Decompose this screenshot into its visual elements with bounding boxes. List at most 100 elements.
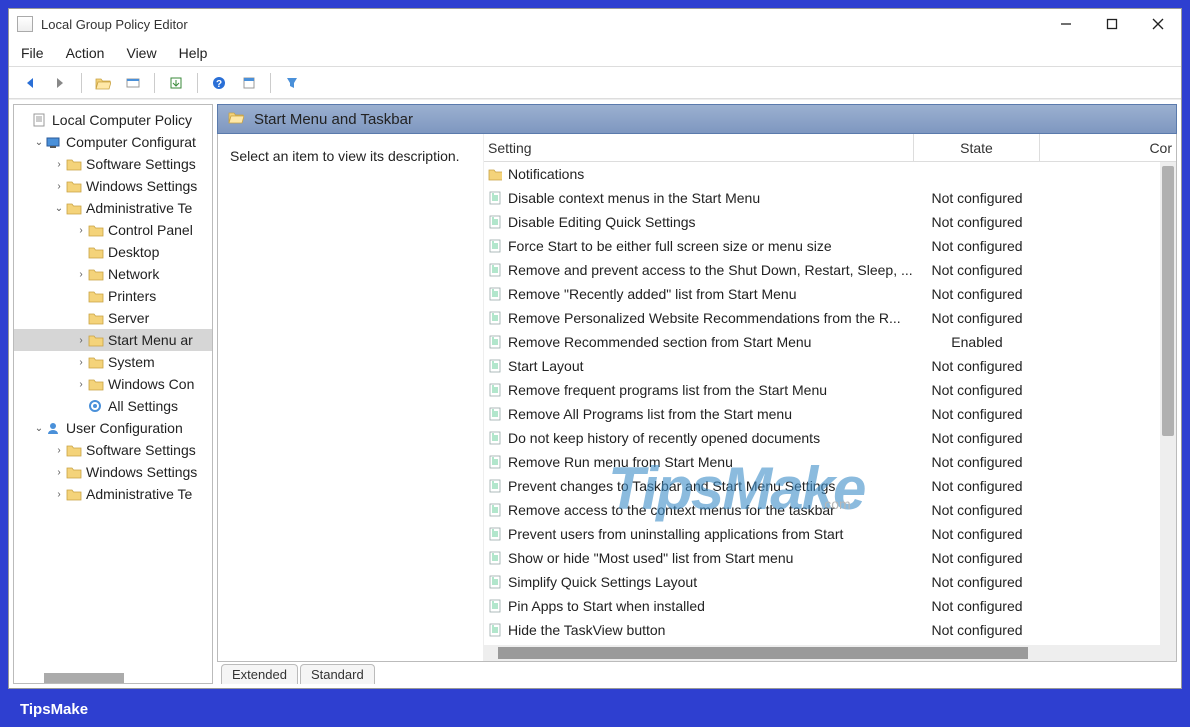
table-row[interactable]: Notifications: [484, 162, 1176, 186]
menu-action[interactable]: Action: [66, 45, 105, 61]
expander-icon[interactable]: ›: [52, 445, 66, 456]
tree-node-label: Control Panel: [108, 222, 193, 238]
window-controls: [1043, 9, 1181, 39]
folder-icon: [88, 333, 104, 347]
up-button[interactable]: [90, 70, 116, 96]
tree-node[interactable]: ›Windows Con: [14, 373, 212, 395]
tree-node-label: Server: [108, 310, 149, 326]
expander-icon[interactable]: ›: [52, 181, 66, 192]
tree-node[interactable]: ›Network: [14, 263, 212, 285]
app-icon: [17, 16, 33, 32]
policy-icon: [486, 623, 504, 637]
list-container: Select an item to view its description. …: [217, 134, 1177, 662]
scrollbar-thumb[interactable]: [1162, 166, 1174, 436]
tree-node[interactable]: ›Start Menu ar: [14, 329, 212, 351]
horizontal-scrollbar[interactable]: [484, 645, 1176, 661]
table-row[interactable]: Hide the TaskView buttonNot configured: [484, 618, 1176, 642]
setting-label: Remove Personalized Website Recommendati…: [508, 310, 914, 326]
state-label: Not configured: [914, 190, 1040, 206]
tree-node[interactable]: Server: [14, 307, 212, 329]
table-row[interactable]: Disable Editing Quick SettingsNot config…: [484, 210, 1176, 234]
expander-icon[interactable]: ›: [52, 159, 66, 170]
tree-node[interactable]: ›Software Settings: [14, 153, 212, 175]
table-row[interactable]: Remove Recommended section from Start Me…: [484, 330, 1176, 354]
table-row[interactable]: Remove All Programs list from the Start …: [484, 402, 1176, 426]
table-row[interactable]: Remove and prevent access to the Shut Do…: [484, 258, 1176, 282]
table-row[interactable]: Simplify Quick Settings LayoutNot config…: [484, 570, 1176, 594]
tree-node[interactable]: Printers: [14, 285, 212, 307]
policy-icon: [486, 359, 504, 373]
setting-label: Disable Editing Quick Settings: [508, 214, 914, 230]
scrollbar-thumb[interactable]: [498, 647, 1028, 659]
maximize-button[interactable]: [1089, 9, 1135, 39]
tab-standard[interactable]: Standard: [300, 664, 375, 684]
state-label: Not configured: [914, 286, 1040, 302]
table-row[interactable]: Start LayoutNot configured: [484, 354, 1176, 378]
column-header-state[interactable]: State: [914, 134, 1040, 161]
table-row[interactable]: Force Start to be either full screen siz…: [484, 234, 1176, 258]
tree-node[interactable]: ⌄Computer Configurat: [14, 131, 212, 153]
show-hide-button[interactable]: [120, 70, 146, 96]
help-button[interactable]: [206, 70, 232, 96]
expander-icon[interactable]: ›: [52, 489, 66, 500]
minimize-button[interactable]: [1043, 9, 1089, 39]
expander-icon[interactable]: ⌄: [32, 423, 46, 434]
toolbar-separator: [81, 73, 82, 93]
table-row[interactable]: Remove "Recently added" list from Start …: [484, 282, 1176, 306]
column-header-setting[interactable]: Setting: [484, 134, 914, 161]
tree-node[interactable]: ⌄Administrative Te: [14, 197, 212, 219]
policy-icon: [486, 383, 504, 397]
tree-node[interactable]: › Control Panel: [14, 219, 212, 241]
table-row[interactable]: Prevent users from uninstalling applicat…: [484, 522, 1176, 546]
table-row[interactable]: Show or hide "Most used" list from Start…: [484, 546, 1176, 570]
table-row[interactable]: Remove frequent programs list from the S…: [484, 378, 1176, 402]
state-label: Enabled: [914, 334, 1040, 350]
policy-icon: [486, 263, 504, 277]
tree-node[interactable]: ›Software Settings: [14, 439, 212, 461]
forward-button[interactable]: [47, 70, 73, 96]
expander-icon[interactable]: ›: [74, 225, 88, 236]
policy-icon: [486, 527, 504, 541]
expander-icon[interactable]: ›: [74, 357, 88, 368]
close-button[interactable]: [1135, 9, 1181, 39]
expander-icon[interactable]: ⌄: [32, 137, 46, 148]
tree-node[interactable]: All Settings: [14, 395, 212, 417]
filter-button[interactable]: [279, 70, 305, 96]
expander-icon[interactable]: ›: [52, 467, 66, 478]
tree-node[interactable]: ›Administrative Te: [14, 483, 212, 505]
expander-icon[interactable]: ›: [74, 379, 88, 390]
table-row[interactable]: Prevent changes to Taskbar and Start Men…: [484, 474, 1176, 498]
menu-view[interactable]: View: [126, 45, 156, 61]
table-row[interactable]: Remove Run menu from Start MenuNot confi…: [484, 450, 1176, 474]
tree-node[interactable]: ⌄User Configuration: [14, 417, 212, 439]
menu-file[interactable]: File: [21, 45, 44, 61]
tree-node[interactable]: ›Windows Settings: [14, 175, 212, 197]
table-row[interactable]: Disable context menus in the Start MenuN…: [484, 186, 1176, 210]
expander-icon[interactable]: ›: [74, 335, 88, 346]
expander-icon[interactable]: ⌄: [52, 203, 66, 214]
tree-node[interactable]: ›Windows Settings: [14, 461, 212, 483]
export-button[interactable]: [163, 70, 189, 96]
tree-node[interactable]: Desktop: [14, 241, 212, 263]
content-title: Start Menu and Taskbar: [254, 111, 413, 128]
vertical-scrollbar[interactable]: [1160, 162, 1176, 645]
settings-icon: [88, 399, 104, 413]
policy-icon: [486, 599, 504, 613]
back-button[interactable]: [17, 70, 43, 96]
table-row[interactable]: Remove access to the context menus for t…: [484, 498, 1176, 522]
setting-label: Prevent changes to Taskbar and Start Men…: [508, 478, 914, 494]
table-row[interactable]: Remove Personalized Website Recommendati…: [484, 306, 1176, 330]
column-header-comment[interactable]: Cor: [1040, 134, 1176, 161]
tab-extended[interactable]: Extended: [221, 664, 298, 684]
toolbar: [9, 67, 1181, 99]
expander-icon[interactable]: ›: [74, 269, 88, 280]
menu-help[interactable]: Help: [179, 45, 208, 61]
tree-horizontal-scrollbar[interactable]: [44, 673, 124, 683]
table-row[interactable]: Pin Apps to Start when installedNot conf…: [484, 594, 1176, 618]
tree-node[interactable]: ›System: [14, 351, 212, 373]
properties-button[interactable]: [236, 70, 262, 96]
state-label: Not configured: [914, 406, 1040, 422]
setting-label: Simplify Quick Settings Layout: [508, 574, 914, 590]
table-row[interactable]: Do not keep history of recently opened d…: [484, 426, 1176, 450]
tree-node[interactable]: Local Computer Policy: [14, 109, 212, 131]
